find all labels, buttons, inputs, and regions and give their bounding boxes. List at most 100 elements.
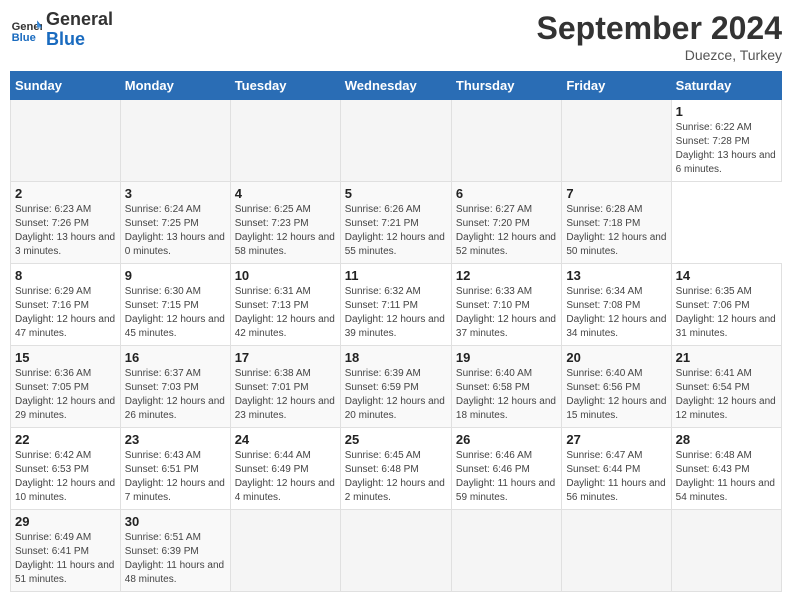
calendar-day-13: 13 Sunrise: 6:34 AMSunset: 7:08 PMDaylig…	[562, 264, 671, 346]
day-number: 19	[456, 350, 557, 365]
empty-cell	[230, 510, 340, 592]
empty-cell	[451, 100, 561, 182]
day-detail: Sunrise: 6:41 AMSunset: 6:54 PMDaylight:…	[676, 367, 777, 423]
calendar-day-15: 15 Sunrise: 6:36 AMSunset: 7:05 PMDaylig…	[11, 346, 121, 428]
calendar-day-26: 26 Sunrise: 6:46 AMSunset: 6:46 PMDaylig…	[451, 428, 561, 510]
empty-cell	[11, 100, 121, 182]
day-detail: Sunrise: 6:25 AMSunset: 7:23 PMDaylight:…	[235, 203, 336, 259]
empty-cell	[340, 100, 451, 182]
day-number: 21	[676, 350, 777, 365]
day-number: 28	[676, 432, 777, 447]
day-number: 15	[15, 350, 116, 365]
day-detail: Sunrise: 6:45 AMSunset: 6:48 PMDaylight:…	[345, 449, 447, 505]
calendar-day-17: 17 Sunrise: 6:38 AMSunset: 7:01 PMDaylig…	[230, 346, 340, 428]
day-detail: Sunrise: 6:47 AMSunset: 6:44 PMDaylight:…	[566, 449, 666, 505]
day-detail: Sunrise: 6:24 AMSunset: 7:25 PMDaylight:…	[125, 203, 226, 259]
calendar-week-4: 22 Sunrise: 6:42 AMSunset: 6:53 PMDaylig…	[11, 428, 782, 510]
calendar-day-20: 20 Sunrise: 6:40 AMSunset: 6:56 PMDaylig…	[562, 346, 671, 428]
calendar-day-16: 16 Sunrise: 6:37 AMSunset: 7:03 PMDaylig…	[120, 346, 230, 428]
day-number: 7	[566, 186, 666, 201]
day-number: 4	[235, 186, 336, 201]
calendar-day-29: 29 Sunrise: 6:49 AMSunset: 6:41 PMDaylig…	[11, 510, 121, 592]
day-header-monday: Monday	[120, 72, 230, 100]
day-number: 29	[15, 514, 116, 529]
day-number: 10	[235, 268, 336, 283]
day-number: 13	[566, 268, 666, 283]
empty-cell	[562, 510, 671, 592]
day-detail: Sunrise: 6:26 AMSunset: 7:21 PMDaylight:…	[345, 203, 447, 259]
calendar-day-27: 27 Sunrise: 6:47 AMSunset: 6:44 PMDaylig…	[562, 428, 671, 510]
day-number: 12	[456, 268, 557, 283]
day-number: 26	[456, 432, 557, 447]
calendar-day-21: 21 Sunrise: 6:41 AMSunset: 6:54 PMDaylig…	[671, 346, 781, 428]
calendar-day-12: 12 Sunrise: 6:33 AMSunset: 7:10 PMDaylig…	[451, 264, 561, 346]
day-detail: Sunrise: 6:29 AMSunset: 7:16 PMDaylight:…	[15, 285, 116, 341]
svg-text:Blue: Blue	[12, 32, 36, 44]
title-block: September 2024 Duezce, Turkey	[537, 10, 782, 63]
calendar-day-11: 11 Sunrise: 6:32 AMSunset: 7:11 PMDaylig…	[340, 264, 451, 346]
day-detail: Sunrise: 6:48 AMSunset: 6:43 PMDaylight:…	[676, 449, 777, 505]
day-number: 16	[125, 350, 226, 365]
day-detail: Sunrise: 6:34 AMSunset: 7:08 PMDaylight:…	[566, 285, 666, 341]
day-detail: Sunrise: 6:31 AMSunset: 7:13 PMDaylight:…	[235, 285, 336, 341]
calendar-day-8: 8 Sunrise: 6:29 AMSunset: 7:16 PMDayligh…	[11, 264, 121, 346]
calendar-day-25: 25 Sunrise: 6:45 AMSunset: 6:48 PMDaylig…	[340, 428, 451, 510]
day-number: 11	[345, 268, 447, 283]
logo-text-blue: Blue	[46, 30, 113, 50]
day-number: 23	[125, 432, 226, 447]
day-detail: Sunrise: 6:40 AMSunset: 6:58 PMDaylight:…	[456, 367, 557, 423]
empty-cell	[340, 510, 451, 592]
day-number: 30	[125, 514, 226, 529]
page-header: General Blue General Blue September 2024…	[10, 10, 782, 63]
day-number: 18	[345, 350, 447, 365]
day-number: 5	[345, 186, 447, 201]
calendar-day-14: 14 Sunrise: 6:35 AMSunset: 7:06 PMDaylig…	[671, 264, 781, 346]
day-header-thursday: Thursday	[451, 72, 561, 100]
day-detail: Sunrise: 6:49 AMSunset: 6:41 PMDaylight:…	[15, 531, 116, 587]
calendar-day-28: 28 Sunrise: 6:48 AMSunset: 6:43 PMDaylig…	[671, 428, 781, 510]
header-row: SundayMondayTuesdayWednesdayThursdayFrid…	[11, 72, 782, 100]
calendar-day-22: 22 Sunrise: 6:42 AMSunset: 6:53 PMDaylig…	[11, 428, 121, 510]
day-number: 9	[125, 268, 226, 283]
day-detail: Sunrise: 6:33 AMSunset: 7:10 PMDaylight:…	[456, 285, 557, 341]
day-number: 25	[345, 432, 447, 447]
day-header-sunday: Sunday	[11, 72, 121, 100]
day-detail: Sunrise: 6:27 AMSunset: 7:20 PMDaylight:…	[456, 203, 557, 259]
day-detail: Sunrise: 6:42 AMSunset: 6:53 PMDaylight:…	[15, 449, 116, 505]
day-number: 24	[235, 432, 336, 447]
day-detail: Sunrise: 6:46 AMSunset: 6:46 PMDaylight:…	[456, 449, 557, 505]
day-number: 20	[566, 350, 666, 365]
day-detail: Sunrise: 6:30 AMSunset: 7:15 PMDaylight:…	[125, 285, 226, 341]
day-number: 14	[676, 268, 777, 283]
day-detail: Sunrise: 6:35 AMSunset: 7:06 PMDaylight:…	[676, 285, 777, 341]
calendar-day-19: 19 Sunrise: 6:40 AMSunset: 6:58 PMDaylig…	[451, 346, 561, 428]
logo-icon: General Blue	[10, 14, 42, 46]
day-detail: Sunrise: 6:39 AMSunset: 6:59 PMDaylight:…	[345, 367, 447, 423]
day-detail: Sunrise: 6:40 AMSunset: 6:56 PMDaylight:…	[566, 367, 666, 423]
day-detail: Sunrise: 6:23 AMSunset: 7:26 PMDaylight:…	[15, 203, 116, 259]
empty-cell	[451, 510, 561, 592]
logo: General Blue General Blue	[10, 10, 113, 50]
calendar-week-5: 29 Sunrise: 6:49 AMSunset: 6:41 PMDaylig…	[11, 510, 782, 592]
calendar-day-3: 3 Sunrise: 6:24 AMSunset: 7:25 PMDayligh…	[120, 182, 230, 264]
calendar-day-23: 23 Sunrise: 6:43 AMSunset: 6:51 PMDaylig…	[120, 428, 230, 510]
day-detail: Sunrise: 6:38 AMSunset: 7:01 PMDaylight:…	[235, 367, 336, 423]
empty-cell	[671, 510, 781, 592]
month-title: September 2024	[537, 10, 782, 47]
calendar-day-30: 30 Sunrise: 6:51 AMSunset: 6:39 PMDaylig…	[120, 510, 230, 592]
empty-cell	[120, 100, 230, 182]
calendar-day-7: 7 Sunrise: 6:28 AMSunset: 7:18 PMDayligh…	[562, 182, 671, 264]
calendar-day-5: 5 Sunrise: 6:26 AMSunset: 7:21 PMDayligh…	[340, 182, 451, 264]
calendar-day-24: 24 Sunrise: 6:44 AMSunset: 6:49 PMDaylig…	[230, 428, 340, 510]
day-number: 6	[456, 186, 557, 201]
day-detail: Sunrise: 6:44 AMSunset: 6:49 PMDaylight:…	[235, 449, 336, 505]
day-number: 8	[15, 268, 116, 283]
calendar-day-2: 2 Sunrise: 6:23 AMSunset: 7:26 PMDayligh…	[11, 182, 121, 264]
day-number: 17	[235, 350, 336, 365]
day-header-wednesday: Wednesday	[340, 72, 451, 100]
calendar-day-9: 9 Sunrise: 6:30 AMSunset: 7:15 PMDayligh…	[120, 264, 230, 346]
day-detail: Sunrise: 6:43 AMSunset: 6:51 PMDaylight:…	[125, 449, 226, 505]
day-detail: Sunrise: 6:22 AMSunset: 7:28 PMDaylight:…	[676, 121, 777, 177]
calendar-week-3: 15 Sunrise: 6:36 AMSunset: 7:05 PMDaylig…	[11, 346, 782, 428]
calendar-week-2: 8 Sunrise: 6:29 AMSunset: 7:16 PMDayligh…	[11, 264, 782, 346]
